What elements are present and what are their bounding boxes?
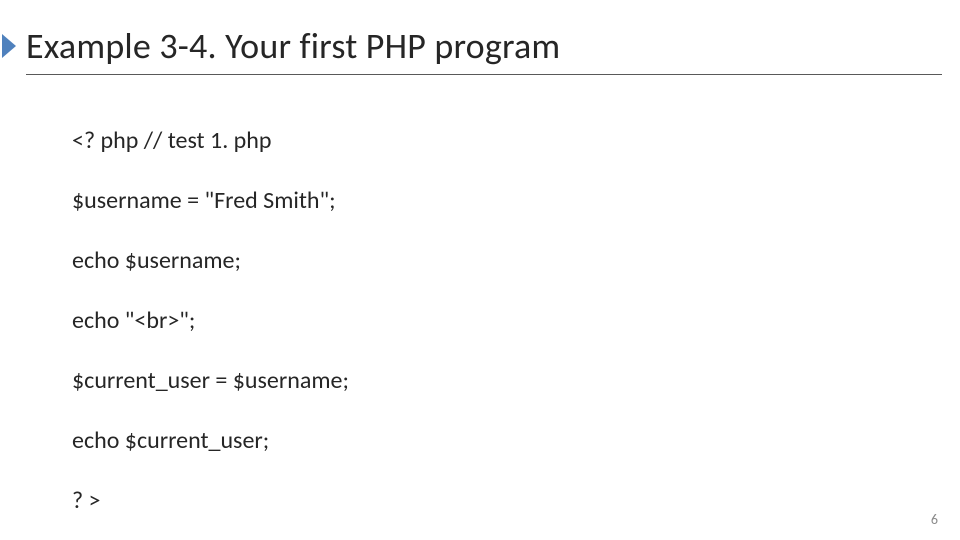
title-divider — [26, 74, 942, 75]
code-line: $username = "Fred Smith"; — [72, 186, 930, 216]
slide: Example 3-4. Your first PHP program <? p… — [0, 0, 960, 540]
code-line: echo $username; — [72, 246, 930, 276]
code-line: echo $current_user; — [72, 426, 930, 456]
code-line: $current_user = $username; — [72, 366, 930, 396]
title-row: Example 3-4. Your first PHP program — [0, 24, 960, 68]
slide-title: Example 3-4. Your first PHP program — [26, 24, 560, 68]
code-line: echo "<br>"; — [72, 306, 930, 336]
code-line: <? php // test 1. php — [72, 126, 930, 156]
page-number: 6 — [931, 511, 938, 528]
title-bullet-icon — [2, 34, 16, 58]
code-block: <? php // test 1. php $username = "Fred … — [72, 96, 930, 540]
code-line: ? > — [72, 486, 930, 516]
slide-body: <? php // test 1. php $username = "Fred … — [52, 96, 930, 540]
